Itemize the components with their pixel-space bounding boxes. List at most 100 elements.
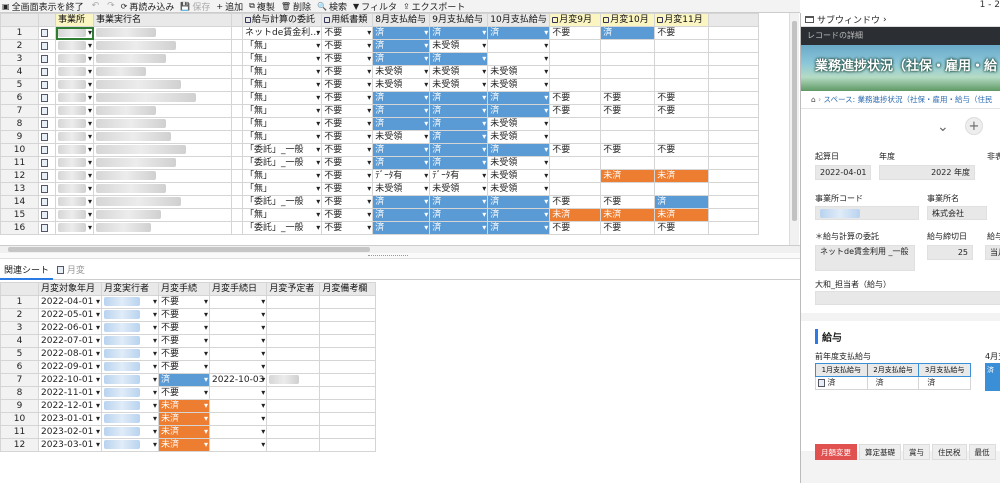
jigyosho-cell[interactable] — [55, 104, 94, 118]
kyuyo-9-cell[interactable]: 未受領 — [429, 39, 489, 53]
kyuyo-itaku-cell[interactable]: 「無」 — [241, 117, 323, 131]
notes-cell[interactable] — [319, 412, 377, 426]
kyuyo-10-cell[interactable] — [487, 39, 551, 53]
jigyosho-cell[interactable] — [55, 130, 94, 144]
col-8gatsu-kyuyo[interactable]: 8月支払給与 — [372, 13, 431, 27]
record-open-cell[interactable] — [38, 182, 56, 196]
main-vertical-scrollbar[interactable] — [789, 13, 799, 245]
record-open-cell[interactable] — [38, 52, 56, 66]
record-open-cell[interactable] — [38, 208, 56, 222]
proc-cell[interactable]: 未済 — [158, 412, 210, 426]
ym-cell[interactable]: 2022-07-01 — [38, 334, 102, 348]
yoshi-cell[interactable]: 不要 — [321, 39, 374, 53]
related-row[interactable]: 72022-10-01 済2022-10-03 — [0, 373, 377, 387]
jigyosho-cell[interactable] — [55, 208, 94, 222]
kyuyo-8-cell[interactable]: 済 — [372, 117, 431, 131]
kyuyo-10-cell[interactable] — [487, 52, 551, 66]
reload-button[interactable]: ⟳ 再読み込み — [121, 0, 175, 13]
related-row[interactable]: 22022-05-01 不要 — [0, 308, 377, 322]
jigyosho-cell[interactable] — [55, 182, 94, 196]
record-open-cell[interactable] — [38, 156, 56, 170]
chevron-right-icon[interactable]: › — [883, 15, 887, 25]
delete-button[interactable]: 🗑 削除 — [281, 0, 311, 13]
kyuyo-field[interactable]: 当月 — [985, 245, 1000, 260]
kyuyo-8-cell[interactable]: 済 — [372, 221, 431, 235]
kisanbi-field[interactable]: 2022-04-01 — [815, 165, 871, 180]
proc-cell[interactable]: 不要 — [158, 360, 210, 374]
ym-cell[interactable]: 2022-11-01 — [38, 386, 102, 400]
yoshi-cell[interactable]: 不要 — [321, 169, 374, 183]
proc-cell[interactable]: 不要 — [158, 321, 210, 335]
doc-col-header[interactable] — [38, 13, 56, 27]
ym-cell[interactable]: 2023-01-01 — [38, 412, 102, 426]
kyuyo-10-cell[interactable]: 未受領 — [487, 156, 551, 170]
jigyosho-cell[interactable] — [55, 221, 94, 235]
yoshi-cell[interactable]: 不要 — [321, 104, 374, 118]
tab-getsuhen[interactable]: 月変 — [53, 263, 89, 280]
breadcrumb-space-link[interactable]: スペース: 業務進捗状況（社保・雇用・給与（住民 — [824, 95, 993, 104]
col-yoshi-shorui[interactable]: 用紙書類 — [321, 13, 374, 27]
jigyosho-cell[interactable] — [55, 195, 94, 209]
planner-cell[interactable] — [266, 295, 321, 309]
kyuyo-10-cell[interactable]: 済 — [487, 26, 551, 40]
tab-getsugaku-henko[interactable]: 月額変更 — [815, 444, 857, 460]
yoshi-cell[interactable]: 不要 — [321, 143, 374, 157]
record-open-cell[interactable] — [38, 143, 56, 157]
ym-cell[interactable]: 2022-09-01 — [38, 360, 102, 374]
planner-cell[interactable] — [266, 347, 321, 361]
record-open-cell[interactable] — [38, 130, 56, 144]
table-row[interactable]: 11「委託」_一般不要済済未受領 — [0, 156, 760, 170]
actor-cell[interactable] — [101, 295, 159, 309]
tab-related-sheet[interactable]: 関連シート — [0, 263, 54, 280]
jigyosho-code-field[interactable] — [815, 206, 919, 220]
col-10gatsu-kyuyo[interactable]: 10月支払給与 — [487, 13, 551, 27]
col-jigyosho[interactable]: 事業所 — [55, 13, 94, 27]
planner-cell[interactable] — [266, 425, 321, 439]
nendo-field[interactable]: 2022 年度 — [879, 165, 975, 180]
related-row[interactable]: 12022-04-01 不要 — [0, 295, 377, 309]
ym-cell[interactable]: 2022-08-01 — [38, 347, 102, 361]
chevron-down-icon[interactable]: ⌄ — [937, 119, 949, 135]
proc-date-cell[interactable] — [208, 295, 268, 309]
record-open-cell[interactable] — [38, 26, 56, 40]
add-circle-button[interactable]: + — [965, 117, 983, 135]
notes-cell[interactable] — [319, 347, 377, 361]
jigyosho-cell[interactable] — [55, 78, 94, 92]
table-row[interactable]: 9「無」不要未受領済未受領 — [0, 130, 760, 144]
table-row[interactable]: 1ネットde賃金利…不要済済済不要済不要 — [0, 26, 760, 40]
table-row[interactable]: 13「無」不要未受領未受領未受領 — [0, 182, 760, 196]
main-horizontal-scrollbar[interactable] — [0, 245, 800, 253]
kyuyo-9-cell[interactable]: 済 — [429, 143, 489, 157]
kyuyo-itaku-cell[interactable]: 「委託」_一般 — [241, 143, 323, 157]
actor-cell[interactable] — [101, 347, 159, 361]
proc-cell[interactable]: 不要 — [158, 386, 210, 400]
planner-cell[interactable] — [266, 386, 321, 400]
kyuyo-8-cell[interactable]: 済 — [372, 143, 431, 157]
kyuyo-itaku-cell[interactable]: 「無」 — [241, 39, 323, 53]
yoshi-cell[interactable]: 不要 — [321, 91, 374, 105]
table-row[interactable]: 12「無」不要ﾃﾞｰﾀ有ﾃﾞｰﾀ有未受領未済未済 — [0, 169, 760, 183]
proc-cell[interactable]: 不要 — [158, 308, 210, 322]
record-open-cell[interactable] — [38, 91, 56, 105]
kyuyo-itaku-cell[interactable]: 「委託」_一般 — [241, 156, 323, 170]
duplicate-button[interactable]: ⧉ 複製 — [249, 0, 275, 13]
col-empty[interactable] — [708, 13, 760, 27]
table-row[interactable]: 7「無」不要済済済不要不要不要 — [0, 104, 760, 118]
actor-cell[interactable] — [101, 438, 159, 452]
table-row[interactable]: 14「委託」_一般不要済済済不要不要済 — [0, 195, 760, 209]
record-open-cell[interactable] — [38, 39, 56, 53]
kyuyo-8-cell[interactable]: 未受領 — [372, 65, 431, 79]
proc-cell[interactable]: 不要 — [158, 347, 210, 361]
related-row[interactable]: 32022-06-01 不要 — [0, 321, 377, 335]
yoshi-cell[interactable]: 不要 — [321, 208, 374, 222]
kyuyo-9-cell[interactable]: ﾃﾞｰﾀ有 — [429, 169, 489, 183]
notes-cell[interactable] — [319, 308, 377, 322]
proc-cell[interactable]: 未済 — [158, 399, 210, 413]
kyuyo-10-cell[interactable]: 未受領 — [487, 78, 551, 92]
col-filter-marker[interactable] — [231, 13, 243, 27]
col-kyuyo-itaku[interactable]: 給与計算の委託 — [241, 13, 323, 27]
col-jigyo-jikkoumei[interactable]: 事業実行名 — [93, 13, 232, 27]
planner-cell[interactable] — [266, 321, 321, 335]
kyuyo-9-cell[interactable]: 未受領 — [429, 78, 489, 92]
kyuyo-9-cell[interactable]: 済 — [429, 156, 489, 170]
